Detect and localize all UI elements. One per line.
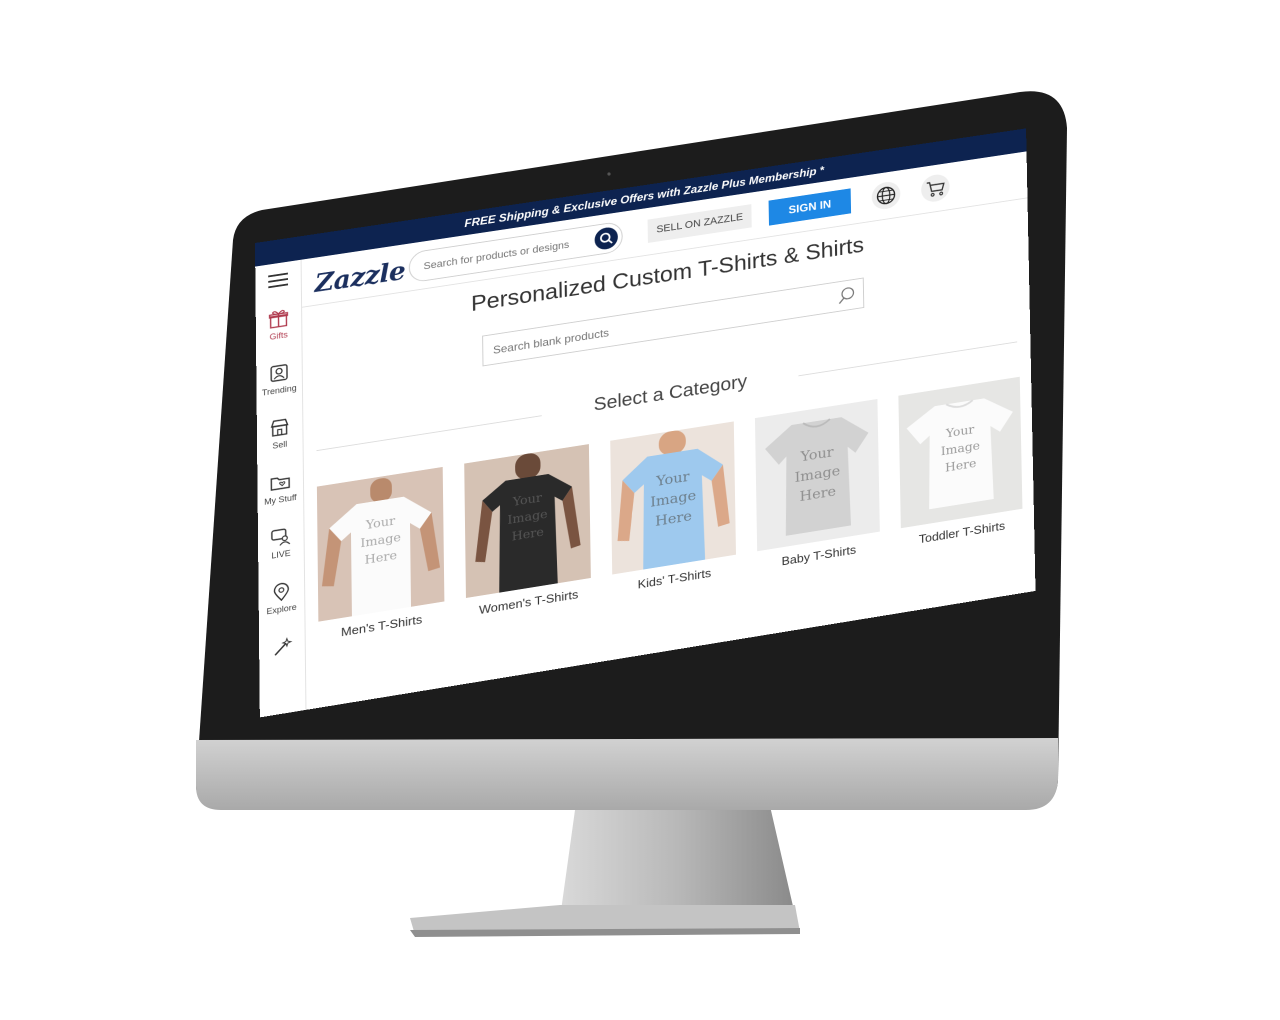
sidebar-item-label: My Stuff — [264, 492, 297, 507]
globe-icon — [875, 184, 896, 207]
sidebar-item-live[interactable]: LIVE — [258, 523, 304, 562]
location-pin-icon — [270, 580, 292, 604]
language-button[interactable] — [871, 180, 901, 212]
sidebar-item-label: Explore — [266, 602, 297, 617]
baby-tshirt-image: Your Image Here — [754, 398, 880, 552]
sidebar-item-trending[interactable]: Trending — [256, 360, 302, 399]
category-card-mens[interactable]: Your Image Here Men's T-Shirts — [316, 466, 445, 643]
search-button[interactable] — [594, 225, 619, 251]
storefront-icon — [270, 418, 289, 436]
sidebar-item-label: LIVE — [271, 548, 291, 561]
chat-person-icon — [270, 525, 292, 549]
sidebar-item-label: Sell — [272, 439, 288, 451]
cart-button[interactable] — [920, 172, 950, 204]
sign-in-button[interactable]: SIGN IN — [768, 188, 852, 226]
category-card-kids[interactable]: Your Image Here Kids' T-Shirts — [610, 421, 736, 595]
kids-tshirt-image: Your Image Here — [610, 421, 736, 575]
sidebar-item-gifts[interactable]: Gifts — [256, 305, 302, 344]
sidebar-item-label: Gifts — [269, 329, 288, 342]
mens-tshirt-image: Your Image Here — [316, 466, 445, 622]
category-card-toddler[interactable]: Your Image Here Toddler T-Shirts — [898, 376, 1023, 549]
magic-wand-icon — [271, 635, 293, 659]
sidebar-item-explore[interactable]: Explore — [258, 578, 304, 617]
cart-icon — [925, 177, 946, 200]
sell-on-zazzle-button[interactable]: SELL ON ZAZZLE — [647, 204, 752, 243]
search-icon — [594, 226, 618, 251]
folder-heart-icon — [269, 471, 291, 494]
sidebar-item-my-stuff[interactable]: My Stuff — [257, 469, 303, 508]
category-card-baby[interactable]: Your Image Here Baby T-Shirts — [754, 398, 880, 572]
hamburger-menu-icon[interactable] — [268, 272, 289, 289]
search-icon[interactable] — [836, 284, 857, 307]
sidebar-item-create[interactable] — [259, 633, 305, 663]
sidebar: Gifts Trending Sell My Stuff LIVE Explor… — [255, 259, 307, 718]
sidebar-item-label: Trending — [261, 383, 297, 398]
trending-icon — [270, 363, 288, 382]
womens-tshirt-image: Your Image Here — [464, 444, 591, 598]
category-card-womens[interactable]: Your Image Here Women's T-Shirts — [464, 444, 591, 619]
search-input[interactable] — [421, 233, 582, 277]
toddler-tshirt-image: Your Image Here — [898, 376, 1023, 529]
gift-icon — [268, 309, 289, 329]
sidebar-item-sell[interactable]: Sell — [257, 414, 303, 453]
zazzle-logo[interactable]: Zazzle — [315, 257, 406, 299]
